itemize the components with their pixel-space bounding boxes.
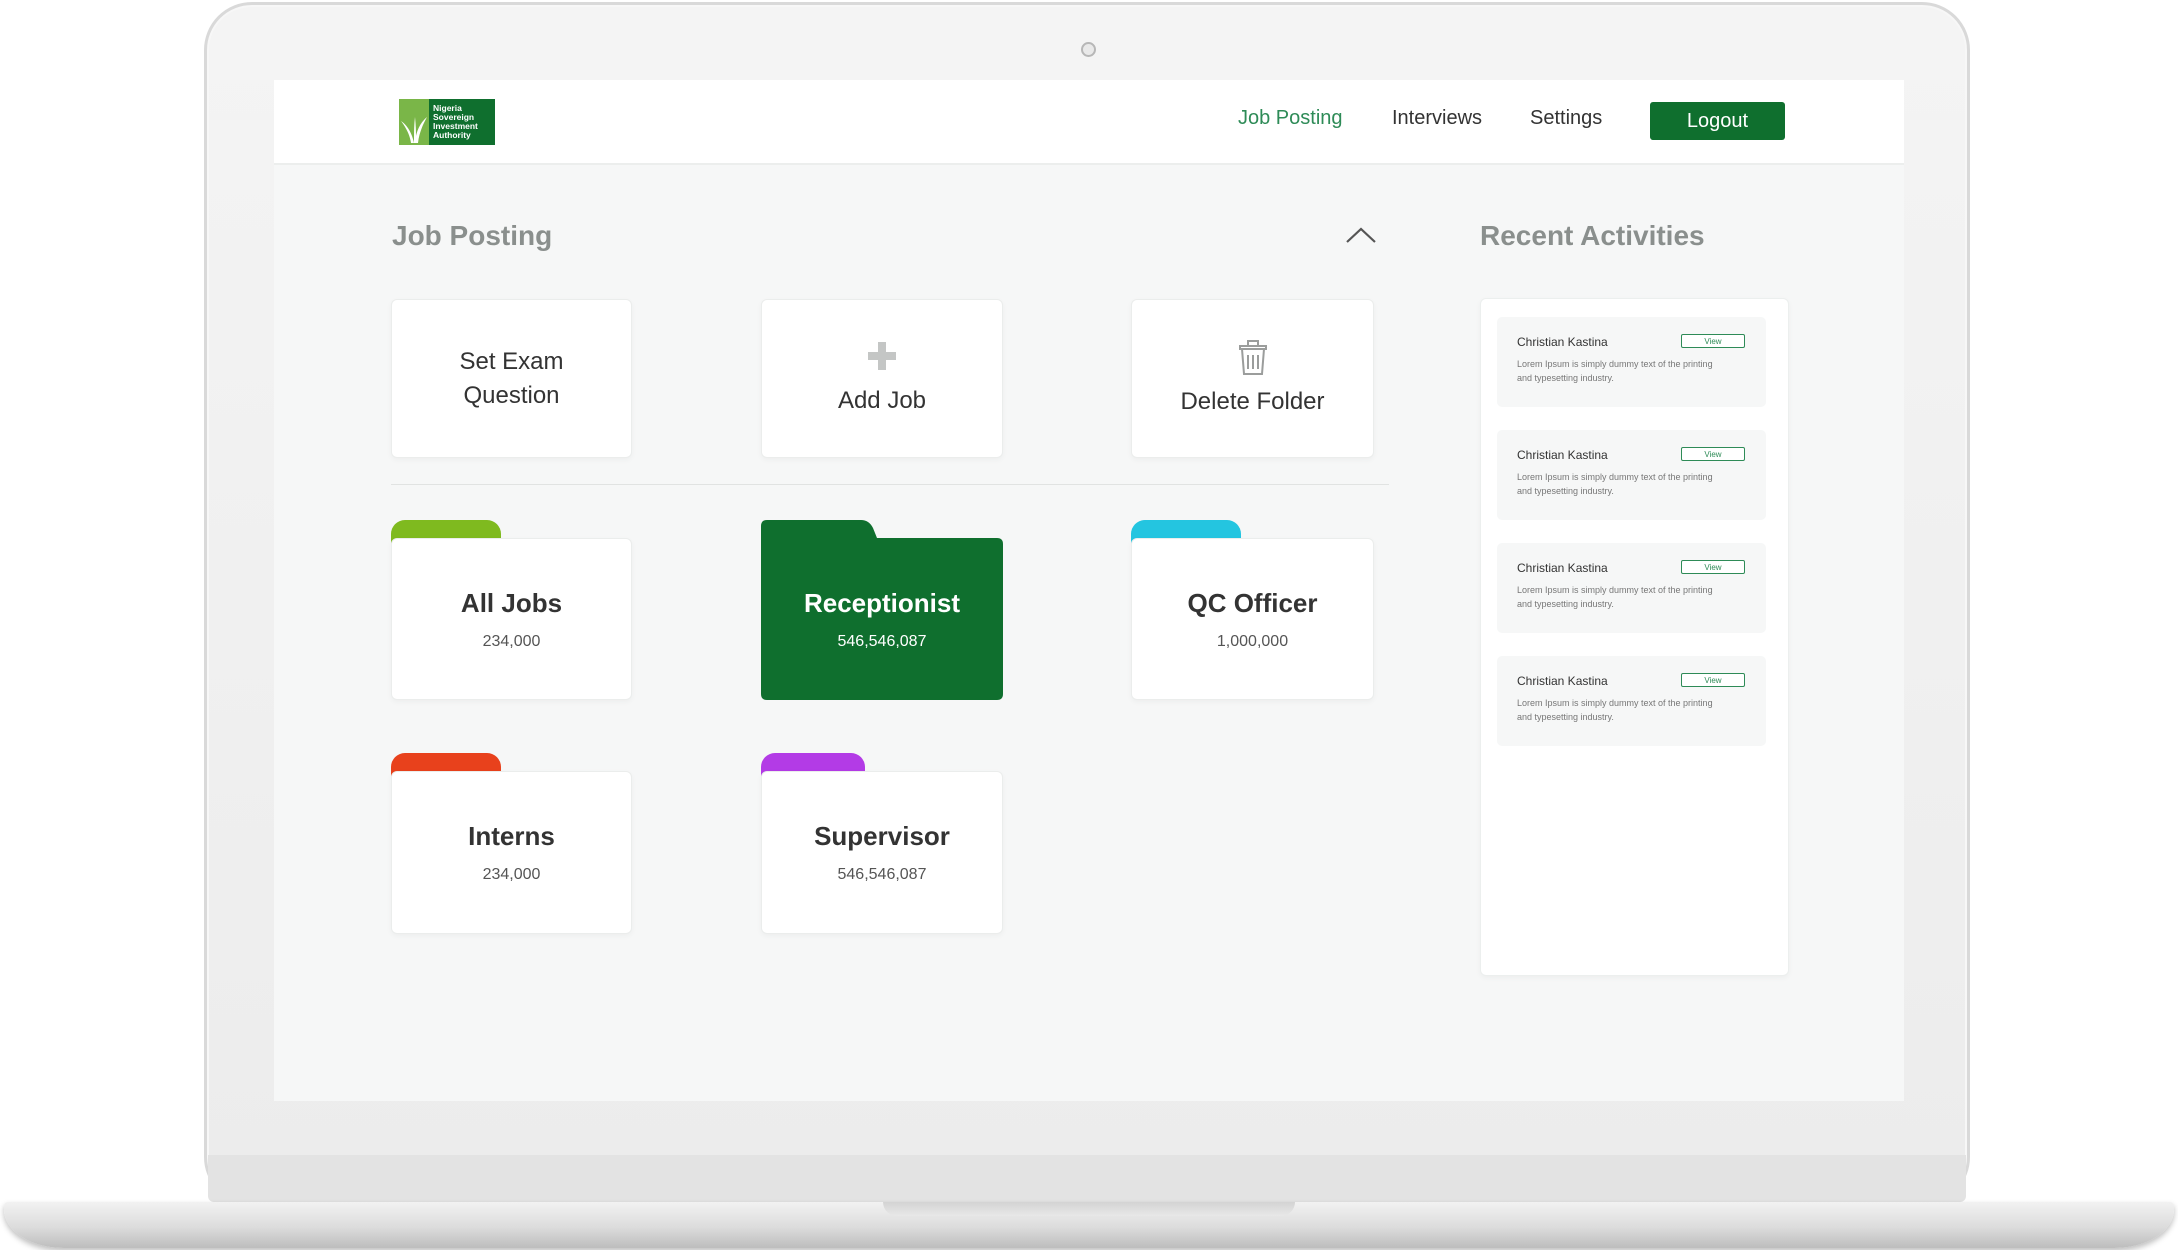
set-exam-question-label: Set Exam Question	[459, 347, 564, 409]
activity-item: Christian Kastina View Lorem Ipsum is si…	[1497, 543, 1766, 633]
activity-name: Christian Kastina	[1517, 335, 1608, 349]
folder-qc-officer[interactable]: QC Officer 1,000,000	[1131, 538, 1374, 700]
nav-job-posting[interactable]: Job Posting	[1238, 107, 1343, 130]
folder-count: 234,000	[482, 866, 541, 883]
recent-activities-panel: Christian Kastina View Lorem Ipsum is si…	[1480, 298, 1789, 976]
activity-item: Christian Kastina View Lorem Ipsum is si…	[1497, 317, 1766, 407]
view-button[interactable]: View	[1681, 447, 1745, 461]
app-screen: Nigeria Sovereign Investment Authority J…	[274, 80, 1904, 1101]
job-posting-title: Job Posting	[392, 220, 553, 251]
activity-item: Christian Kastina View Lorem Ipsum is si…	[1497, 430, 1766, 520]
activity-description: Lorem Ipsum is simply dummy text of the …	[1517, 472, 1713, 496]
logout-button[interactable]: Logout	[1650, 102, 1785, 140]
trash-icon	[1235, 338, 1271, 381]
view-button[interactable]: View	[1681, 334, 1745, 348]
activity-name: Christian Kastina	[1517, 561, 1608, 575]
nav-interviews[interactable]: Interviews	[1392, 107, 1482, 130]
folder-count: 546,546,087	[837, 632, 927, 650]
plus-icon	[865, 339, 899, 378]
section-divider	[391, 484, 1389, 485]
top-navbar: Nigeria Sovereign Investment Authority J…	[274, 80, 1904, 165]
recent-activities-title: Recent Activities	[1480, 220, 1705, 251]
folder-name: All Jobs	[460, 587, 563, 618]
set-exam-question-card[interactable]: Set Exam Question	[391, 299, 632, 458]
activity-description: Lorem Ipsum is simply dummy text of the …	[1517, 359, 1713, 383]
nsia-logo[interactable]: Nigeria Sovereign Investment Authority	[399, 99, 495, 145]
delete-folder-card[interactable]: Delete Folder	[1131, 299, 1374, 458]
folder-name: Interns	[468, 821, 555, 851]
nav-settings[interactable]: Settings	[1530, 107, 1602, 130]
laptop-chin	[208, 1155, 1966, 1202]
camera-icon	[1081, 42, 1096, 57]
laptop-notch	[883, 1202, 1295, 1216]
logo-text: Nigeria Sovereign Investment Authority	[433, 103, 478, 140]
folder-name: QC Officer	[1187, 587, 1318, 618]
folder-count: 546,546,087	[837, 866, 927, 883]
folder-name: Supervisor	[814, 821, 950, 851]
folder-count: 1,000,000	[1216, 632, 1289, 650]
folder-supervisor[interactable]: Supervisor 546,546,087	[761, 771, 1003, 934]
add-job-label: Add Job	[837, 387, 927, 414]
leaf-logo-icon	[399, 99, 429, 145]
receptionist-label-area: Receptionist 546,546,087	[761, 538, 1003, 700]
delete-folder-label: Delete Folder	[1180, 388, 1325, 415]
activity-name: Christian Kastina	[1517, 448, 1608, 462]
activity-description: Lorem Ipsum is simply dummy text of the …	[1517, 698, 1713, 722]
view-button[interactable]: View	[1681, 560, 1745, 574]
folder-count: 234,000	[482, 632, 541, 650]
folder-all-jobs[interactable]: All Jobs 234,000	[391, 538, 632, 700]
folder-interns[interactable]: Interns 234,000	[391, 771, 632, 934]
view-button[interactable]: View	[1681, 673, 1745, 687]
add-job-card[interactable]: Add Job	[761, 299, 1003, 458]
chevron-up-icon[interactable]	[1345, 226, 1377, 249]
activity-name: Christian Kastina	[1517, 674, 1608, 688]
activity-item: Christian Kastina View Lorem Ipsum is si…	[1497, 656, 1766, 746]
folder-name: Receptionist	[803, 587, 961, 618]
activity-description: Lorem Ipsum is simply dummy text of the …	[1517, 585, 1713, 609]
